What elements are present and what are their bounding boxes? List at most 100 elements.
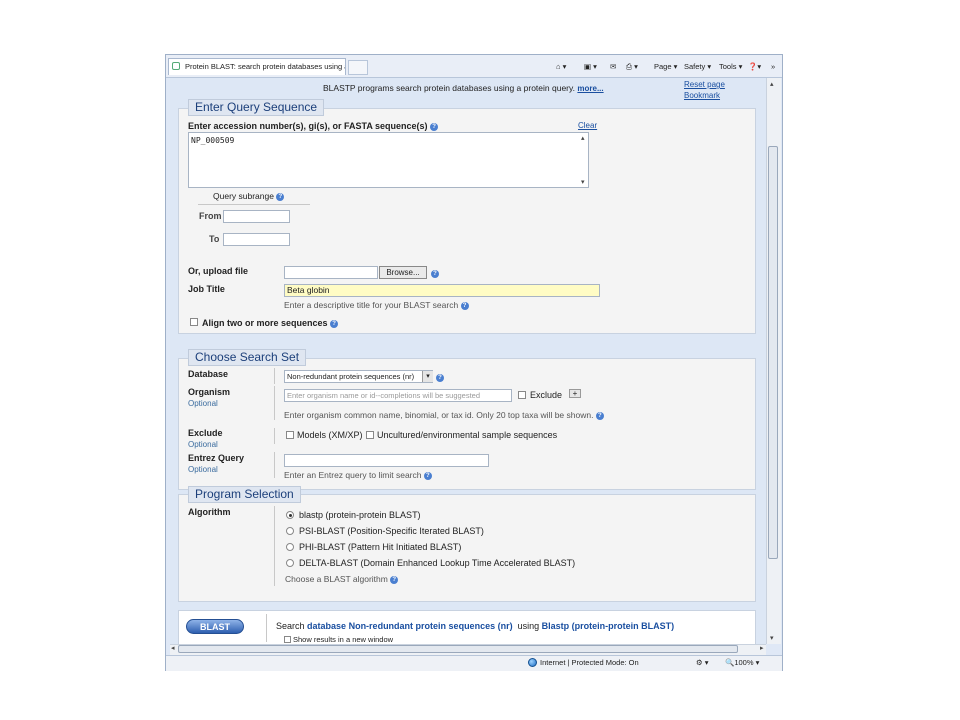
program-legend: Program Selection <box>188 486 301 503</box>
query-legend: Enter Query Sequence <box>188 99 325 116</box>
blast-button[interactable]: BLAST <box>186 619 244 634</box>
new-window-label: Show results in a new window <box>293 635 394 644</box>
accession-label: Enter accession number(s), gi(s), or FAS… <box>188 121 439 131</box>
vertical-scroll-thumb[interactable] <box>768 146 778 559</box>
database-help-icon[interactable]: ? <box>436 372 444 382</box>
scroll-right-icon[interactable]: ▸ <box>760 644 764 652</box>
feeds-icon[interactable]: ▣ ▾ <box>584 60 597 74</box>
subrange-label: Query subrange ? <box>213 191 285 201</box>
to-label: To <box>209 234 220 244</box>
algorithm-hint: Choose a BLAST algorithm ? <box>285 574 399 584</box>
exclude-optional: Optional <box>188 440 218 449</box>
algorithm-label: Algorithm <box>188 507 231 517</box>
uncultured-label: Uncultured/environmental sample sequence… <box>377 430 558 440</box>
from-label: From <box>199 211 222 221</box>
upload-help-icon[interactable]: ? <box>431 268 439 278</box>
organism-input[interactable]: Enter organism name or id--completions w… <box>284 389 512 402</box>
horizontal-scroll-thumb[interactable] <box>178 645 738 653</box>
column-divider <box>266 614 267 642</box>
add-organism-button[interactable]: + <box>569 389 581 398</box>
textarea-scroll-down-icon[interactable]: ▾ <box>581 178 585 186</box>
search-database-text: database Non-redundant protein sequences… <box>307 621 513 631</box>
algorithm-option-label: PHI-BLAST (Pattern Hit Initiated BLAST) <box>299 542 462 552</box>
reset-page-link[interactable]: Reset page <box>684 80 725 89</box>
exclude-label: Exclude <box>188 428 223 438</box>
more-link[interactable]: more... <box>577 84 603 93</box>
browser-tab[interactable]: Protein BLAST: search protein databases … <box>168 58 346 75</box>
help-icon[interactable]: ? <box>423 471 432 480</box>
algorithm-radio-psi-blast[interactable] <box>286 527 294 535</box>
models-checkbox[interactable] <box>286 431 294 439</box>
page-favicon-icon <box>172 62 180 70</box>
search-set-legend: Choose Search Set <box>188 349 307 366</box>
algorithm-option-label: PSI-BLAST (Position-Specific Iterated BL… <box>299 526 484 536</box>
help-icon[interactable]: ? <box>460 301 469 310</box>
help-icon[interactable]: ? <box>595 411 604 420</box>
clear-link[interactable]: Clear <box>578 121 597 130</box>
algorithm-option-label: DELTA-BLAST (Domain Enhanced Lookup Time… <box>299 558 576 568</box>
scroll-up-icon[interactable]: ▴ <box>770 80 774 88</box>
help-icon[interactable]: ? <box>390 575 399 584</box>
new-tab-button[interactable] <box>348 60 368 75</box>
page-menu[interactable]: Page ▾ <box>654 60 677 74</box>
new-window-checkbox[interactable] <box>284 636 291 643</box>
entrez-hint: Enter an Entrez query to limit search ? <box>284 470 432 480</box>
safety-menu[interactable]: Safety ▾ <box>684 60 711 74</box>
protected-mode-icon[interactable]: ⚙ ▾ <box>696 658 709 667</box>
help-icon[interactable]: ? <box>276 192 285 201</box>
help-icon[interactable]: ? <box>330 319 339 328</box>
zoom-control[interactable]: 🔍100% ▾ <box>725 658 759 667</box>
job-title-hint: Enter a descriptive title for your BLAST… <box>284 300 469 310</box>
exclude-organism-checkbox[interactable] <box>518 391 526 399</box>
organism-optional: Optional <box>188 399 218 408</box>
job-title-label: Job Title <box>188 284 225 294</box>
to-input[interactable] <box>223 233 290 246</box>
database-select[interactable]: Non-redundant protein sequences (nr) <box>284 370 433 383</box>
browse-button[interactable]: Browse... <box>379 266 427 279</box>
column-divider <box>274 368 275 384</box>
search-program-text: Blastp (protein-protein BLAST) <box>541 621 675 631</box>
entrez-optional: Optional <box>188 465 218 474</box>
help-icon[interactable]: ? <box>430 122 439 131</box>
program-panel <box>178 494 756 602</box>
algorithm-radio-phi-blast[interactable] <box>286 543 294 551</box>
scroll-left-icon[interactable]: ◂ <box>171 644 175 652</box>
database-label: Database <box>188 369 229 379</box>
scroll-down-icon[interactable]: ▾ <box>770 634 774 642</box>
mail-icon[interactable]: ✉ <box>610 60 616 74</box>
models-label: Models (XM/XP) <box>297 430 363 440</box>
subrange-divider <box>198 204 310 205</box>
entrez-input[interactable] <box>284 454 489 467</box>
column-divider <box>274 428 275 444</box>
chevron-down-icon[interactable]: ▾ <box>422 371 433 382</box>
textarea-scroll-up-icon[interactable]: ▴ <box>581 134 585 142</box>
status-bar <box>166 655 782 671</box>
algorithm-radio-delta-blast[interactable] <box>286 559 294 567</box>
search-set-panel <box>178 358 756 490</box>
overflow-chevron-icon[interactable]: » <box>771 60 775 74</box>
sequence-textarea[interactable]: NP_000509 <box>188 132 589 188</box>
upload-file-input[interactable] <box>284 266 378 279</box>
algorithm-option-label: blastp (protein-protein BLAST) <box>299 510 421 520</box>
from-input[interactable] <box>223 210 290 223</box>
security-zone-text: Internet | Protected Mode: On <box>540 658 639 667</box>
tools-menu[interactable]: Tools ▾ <box>719 60 742 74</box>
upload-label: Or, upload file <box>188 266 249 276</box>
organism-label: Organism <box>188 387 231 397</box>
column-divider <box>274 386 275 420</box>
print-icon[interactable]: ⎙ ▾ <box>626 60 638 74</box>
intro-text: BLASTP programs search protein databases… <box>323 83 604 93</box>
column-divider <box>274 506 275 586</box>
uncultured-checkbox[interactable] <box>366 431 374 439</box>
algorithm-radio-blastp[interactable] <box>286 511 294 519</box>
globe-icon <box>528 658 537 667</box>
job-title-input[interactable]: Beta globin <box>284 284 600 297</box>
home-icon[interactable]: ⌂ ▾ <box>556 60 566 74</box>
search-summary: Search database Non-redundant protein se… <box>276 621 675 631</box>
align-two-label: Align two or more sequences ? <box>202 318 339 328</box>
bookmark-link[interactable]: Bookmark <box>684 91 720 100</box>
help-icon[interactable]: ❓▾ <box>748 60 761 74</box>
entrez-label: Entrez Query <box>188 453 245 463</box>
exclude-organism-label: Exclude <box>530 390 563 400</box>
align-two-checkbox[interactable] <box>190 318 198 326</box>
